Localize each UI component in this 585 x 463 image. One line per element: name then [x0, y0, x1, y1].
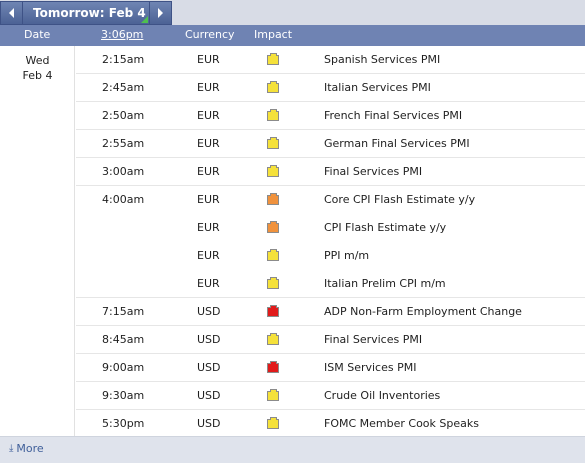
event-title[interactable]: German Final Services PMI: [324, 137, 470, 150]
event-time: 8:45am: [102, 333, 145, 346]
event-currency: EUR: [197, 109, 220, 122]
header-impact: Impact: [254, 28, 293, 41]
table-row[interactable]: 8:45am USD Final Services PMI: [76, 326, 585, 354]
event-time: 9:00am: [102, 361, 145, 374]
event-currency: USD: [197, 361, 221, 374]
event-currency: EUR: [197, 53, 220, 66]
date-cell: Wed Feb 4: [0, 46, 75, 436]
impact-folder-icon[interactable]: [267, 389, 279, 401]
events-table: 2:15am EUR Spanish Services PMI 2:45am EUR It…: [76, 46, 585, 438]
impact-folder-icon[interactable]: [267, 221, 279, 233]
impact-folder-icon[interactable]: [267, 417, 279, 429]
more-label: More: [16, 442, 44, 455]
event-title[interactable]: ISM Services PMI: [324, 361, 416, 374]
event-title[interactable]: CPI Flash Estimate y/y: [324, 221, 446, 234]
impact-folder-icon[interactable]: [267, 109, 279, 121]
impact-folder-icon[interactable]: [267, 277, 279, 289]
event-time: 4:00am: [102, 193, 145, 206]
event-time: 2:50am: [102, 109, 145, 122]
previous-day-button[interactable]: [0, 1, 23, 25]
table-row[interactable]: 2:15am EUR Spanish Services PMI: [76, 46, 585, 74]
calendar-toolbar: Tomorrow: Feb 4: [0, 0, 585, 25]
impact-folder-icon[interactable]: [267, 137, 279, 149]
chevron-right-icon: [158, 8, 163, 18]
event-time: 2:55am: [102, 137, 145, 150]
event-currency: EUR: [197, 81, 220, 94]
chevron-left-icon: [9, 8, 14, 18]
event-title[interactable]: FOMC Member Cook Speaks: [324, 417, 479, 430]
date-date: Feb 4: [22, 69, 53, 82]
header-time-link[interactable]: 3:06pm: [101, 28, 143, 41]
event-currency: EUR: [197, 249, 220, 262]
table-row[interactable]: 2:45am EUR Italian Services PMI: [76, 74, 585, 102]
event-currency: USD: [197, 389, 221, 402]
table-row[interactable]: EUR CPI Flash Estimate y/y: [76, 214, 585, 242]
event-currency: EUR: [197, 165, 220, 178]
event-time: 5:30pm: [102, 417, 145, 430]
footer-bar: ⤓ More: [0, 436, 585, 463]
date-day: Wed: [25, 54, 50, 67]
table-row[interactable]: 5:30pm USD FOMC Member Cook Speaks: [76, 410, 585, 438]
table-row[interactable]: 2:50am EUR French Final Services PMI: [76, 102, 585, 130]
event-currency: USD: [197, 305, 221, 318]
impact-folder-icon[interactable]: [267, 361, 279, 373]
event-title[interactable]: PPI m/m: [324, 249, 369, 262]
event-currency: EUR: [197, 221, 220, 234]
header-currency: Currency: [185, 28, 235, 41]
event-title[interactable]: Spanish Services PMI: [324, 53, 440, 66]
impact-folder-icon[interactable]: [267, 193, 279, 205]
event-currency: EUR: [197, 193, 220, 206]
header-date: Date: [24, 28, 51, 41]
impact-folder-icon[interactable]: [267, 249, 279, 261]
event-currency: EUR: [197, 137, 220, 150]
event-title[interactable]: French Final Services PMI: [324, 109, 462, 122]
event-title[interactable]: Crude Oil Inventories: [324, 389, 440, 402]
table-row[interactable]: 9:00am USD ISM Services PMI: [76, 354, 585, 382]
day-selector-label: Tomorrow: Feb 4: [33, 6, 146, 20]
impact-folder-icon[interactable]: [267, 165, 279, 177]
event-currency: USD: [197, 417, 221, 430]
impact-folder-icon[interactable]: [267, 81, 279, 93]
impact-folder-icon[interactable]: [267, 333, 279, 345]
table-header: Date 3:06pm Currency Impact: [0, 25, 585, 46]
event-title[interactable]: Core CPI Flash Estimate y/y: [324, 193, 475, 206]
impact-folder-icon[interactable]: [267, 305, 279, 317]
corner-indicator-icon: [141, 16, 148, 23]
download-arrow-icon: ⤓: [9, 443, 14, 454]
next-day-button[interactable]: [149, 1, 172, 25]
event-time: 2:45am: [102, 81, 145, 94]
event-time: 9:30am: [102, 389, 145, 402]
event-title[interactable]: Final Services PMI: [324, 333, 422, 346]
more-link[interactable]: ⤓ More: [9, 442, 44, 455]
table-row[interactable]: 3:00am EUR Final Services PMI: [76, 158, 585, 186]
table-row[interactable]: 4:00am EUR Core CPI Flash Estimate y/y: [76, 186, 585, 214]
table-row[interactable]: 2:55am EUR German Final Services PMI: [76, 130, 585, 158]
table-row[interactable]: 7:15am USD ADP Non-Farm Employment Change: [76, 298, 585, 326]
day-selector-button[interactable]: Tomorrow: Feb 4: [22, 1, 150, 25]
event-currency: EUR: [197, 277, 220, 290]
event-currency: USD: [197, 333, 221, 346]
table-row[interactable]: EUR Italian Prelim CPI m/m: [76, 270, 585, 298]
event-title[interactable]: ADP Non-Farm Employment Change: [324, 305, 522, 318]
event-title[interactable]: Italian Prelim CPI m/m: [324, 277, 446, 290]
event-title[interactable]: Final Services PMI: [324, 165, 422, 178]
table-row[interactable]: EUR PPI m/m: [76, 242, 585, 270]
event-title[interactable]: Italian Services PMI: [324, 81, 431, 94]
event-time: 3:00am: [102, 165, 145, 178]
impact-folder-icon[interactable]: [267, 53, 279, 65]
event-time: 7:15am: [102, 305, 145, 318]
event-time: 2:15am: [102, 53, 145, 66]
table-row[interactable]: 9:30am USD Crude Oil Inventories: [76, 382, 585, 410]
